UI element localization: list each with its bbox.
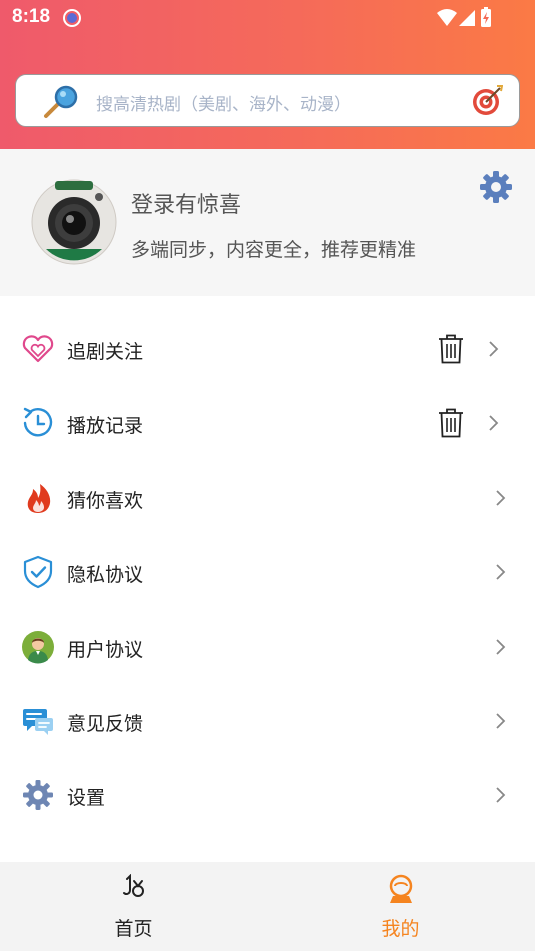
chevron-right-icon <box>496 787 506 803</box>
home-icon <box>123 874 144 897</box>
menu-item-label: 意见反馈 <box>67 712 144 735</box>
chevron-right-icon <box>489 341 499 357</box>
settings-gear-icon[interactable] <box>478 169 514 205</box>
chevron-right-icon <box>496 638 506 655</box>
menu-item-privacy[interactable]: 隐私协议 <box>0 535 535 609</box>
menu-item-label: 设置 <box>67 787 106 810</box>
menu-item-label: 猜你喜欢 <box>67 489 144 512</box>
menu-item-label: 隐私协议 <box>67 564 144 587</box>
history-clock-icon <box>23 408 53 437</box>
chevron-right-icon <box>496 490 506 506</box>
chevron-right-icon <box>489 415 499 432</box>
fire-icon <box>27 483 51 513</box>
shield-check-icon <box>23 556 53 589</box>
tab-label: 首页 <box>114 918 153 940</box>
menu-item-settings[interactable]: 设置 <box>0 758 535 832</box>
tab-mine[interactable]: 我的 <box>267 862 534 951</box>
gear-icon <box>23 780 53 811</box>
menu-item-feedback[interactable]: 意见反馈 <box>0 684 535 758</box>
header-background: 8:18 搜高清热剧（美剧、海外、动漫） <box>0 0 535 149</box>
menu-item-user-agreement[interactable]: 用户协议 <box>0 610 535 684</box>
menu-item-recommend[interactable]: 猜你喜欢 <box>0 461 535 535</box>
menu-list: 追剧关注 播放记录 猜你喜欢 隐私协议 用户协议 意见反馈 设置 <box>0 312 535 833</box>
login-subtitle: 多端同步，内容更全，推荐更精准 <box>131 239 417 261</box>
feedback-chat-icon <box>23 708 53 735</box>
bottom-tab-bar: 首页 我的 <box>0 862 535 951</box>
menu-item-label: 播放记录 <box>67 415 144 438</box>
menu-item-history[interactable]: 播放记录 <box>0 386 535 460</box>
delete-icon[interactable] <box>438 334 464 364</box>
delete-icon[interactable] <box>438 408 464 438</box>
menu-item-label: 追剧关注 <box>67 341 144 363</box>
chevron-right-icon <box>496 713 506 729</box>
status-bar: 8:18 <box>0 0 535 36</box>
profile-icon <box>389 874 413 903</box>
tab-home[interactable]: 首页 <box>0 862 267 951</box>
search-input[interactable]: 搜高清热剧（美剧、海外、动漫） <box>15 74 520 127</box>
menu-item-follow[interactable]: 追剧关注 <box>0 312 535 386</box>
user-avatar-icon <box>22 630 54 664</box>
target-icon[interactable] <box>471 84 503 117</box>
status-indicators-icon <box>437 7 491 27</box>
camera-avatar-icon[interactable] <box>31 179 117 265</box>
search-icon <box>44 85 78 118</box>
search-placeholder: 搜高清热剧（美剧、海外、动漫） <box>96 95 351 115</box>
chevron-right-icon <box>496 564 506 580</box>
profile-card[interactable]: 登录有惊喜 多端同步，内容更全，推荐更精准 <box>0 149 535 296</box>
app-notification-icon <box>63 9 81 27</box>
status-time: 8:18 <box>12 6 51 27</box>
menu-item-label: 用户协议 <box>67 638 144 661</box>
tab-label: 我的 <box>381 918 420 940</box>
heart-icon <box>22 335 54 363</box>
login-title: 登录有惊喜 <box>131 193 242 218</box>
